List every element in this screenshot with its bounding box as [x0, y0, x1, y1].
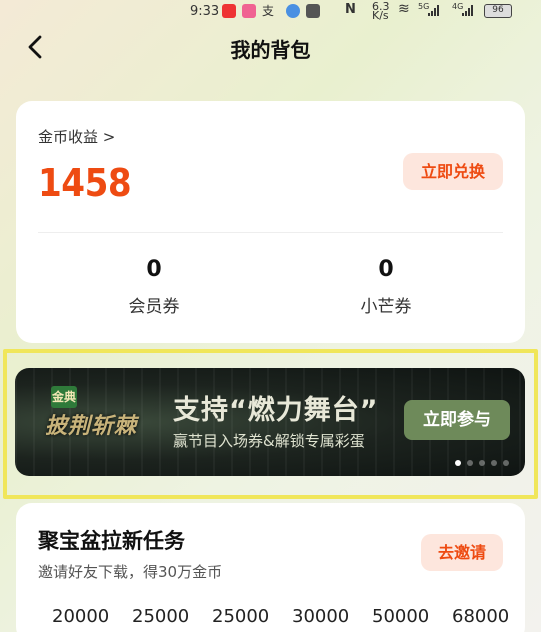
nfc-icon: N	[345, 2, 356, 17]
reward-item: 50000	[372, 606, 430, 627]
wifi-icon: ≋	[398, 1, 410, 17]
coins-value: 1458	[38, 161, 132, 205]
task-subtitle: 邀请好友下载，得30万金币	[38, 563, 223, 581]
member-coupon-label: 会员券	[128, 297, 180, 317]
task-card: 聚宝盆拉新任务 邀请好友下载，得30万金币 去邀请 20000 25000 2500…	[16, 503, 525, 632]
signal-icon	[462, 5, 473, 16]
carousel-dot[interactable]	[491, 460, 497, 466]
reward-item: 30000	[292, 606, 350, 627]
sponsor-badge: 金典	[51, 386, 77, 408]
carousel-dot[interactable]	[455, 460, 461, 466]
member-coupon-count: 0	[146, 257, 162, 282]
net-speed: 6.3 K/s	[372, 1, 390, 22]
show-logo: 披荆斩棘	[45, 414, 138, 439]
alipay-icon: 支	[262, 4, 275, 18]
battery-icon: 96	[484, 4, 512, 18]
app-notification-icon	[242, 4, 256, 18]
signal-icon	[428, 5, 439, 16]
browser-icon	[286, 4, 300, 18]
carousel-dot[interactable]	[467, 460, 473, 466]
promo-banner[interactable]: 金典 披荆斩棘 支持“燃力舞台” 赢节目入场券&解锁专属彩蛋 立即参与	[15, 368, 525, 476]
reward-item: 68000	[452, 606, 510, 627]
carousel-dot[interactable]	[503, 460, 509, 466]
redeem-button[interactable]: 立即兑换	[403, 153, 503, 190]
reward-item: 25000	[212, 606, 270, 627]
reward-list: 20000 25000 25000 30000 50000 68000	[52, 606, 532, 627]
join-now-button[interactable]: 立即参与	[404, 400, 510, 440]
coins-card: 金币收益 > 1458 立即兑换 0 会员券 0 小芒券	[16, 101, 525, 343]
status-time: 9:33	[190, 4, 220, 19]
member-coupon-stat[interactable]: 0 会员券	[74, 257, 234, 317]
divider	[38, 232, 503, 233]
nav-bar: 我的背包	[0, 26, 541, 70]
mango-coupon-stat[interactable]: 0 小芒券	[306, 257, 466, 317]
app-notification-icon	[222, 4, 236, 18]
reward-item: 20000	[52, 606, 110, 627]
invite-button[interactable]: 去邀请	[421, 534, 503, 571]
mango-coupon-count: 0	[378, 257, 394, 282]
reward-item: 25000	[132, 606, 190, 627]
coins-earnings-link[interactable]: 金币收益 >	[38, 126, 115, 147]
carousel-dot[interactable]	[479, 460, 485, 466]
net-speed-unit: K/s	[372, 9, 389, 22]
banner-subtitle: 赢节目入场券&解锁专属彩蛋	[173, 432, 365, 450]
message-icon	[306, 4, 320, 18]
banner-headline: 支持“燃力舞台”	[173, 395, 379, 426]
carousel-dots	[455, 460, 509, 466]
mango-coupon-label: 小芒券	[360, 297, 412, 317]
task-title: 聚宝盆拉新任务	[38, 529, 185, 553]
page-title: 我的背包	[230, 38, 311, 62]
status-bar: 9:33 支 N 6.3 K/s ≋ 5G 4G 96	[0, 0, 541, 24]
